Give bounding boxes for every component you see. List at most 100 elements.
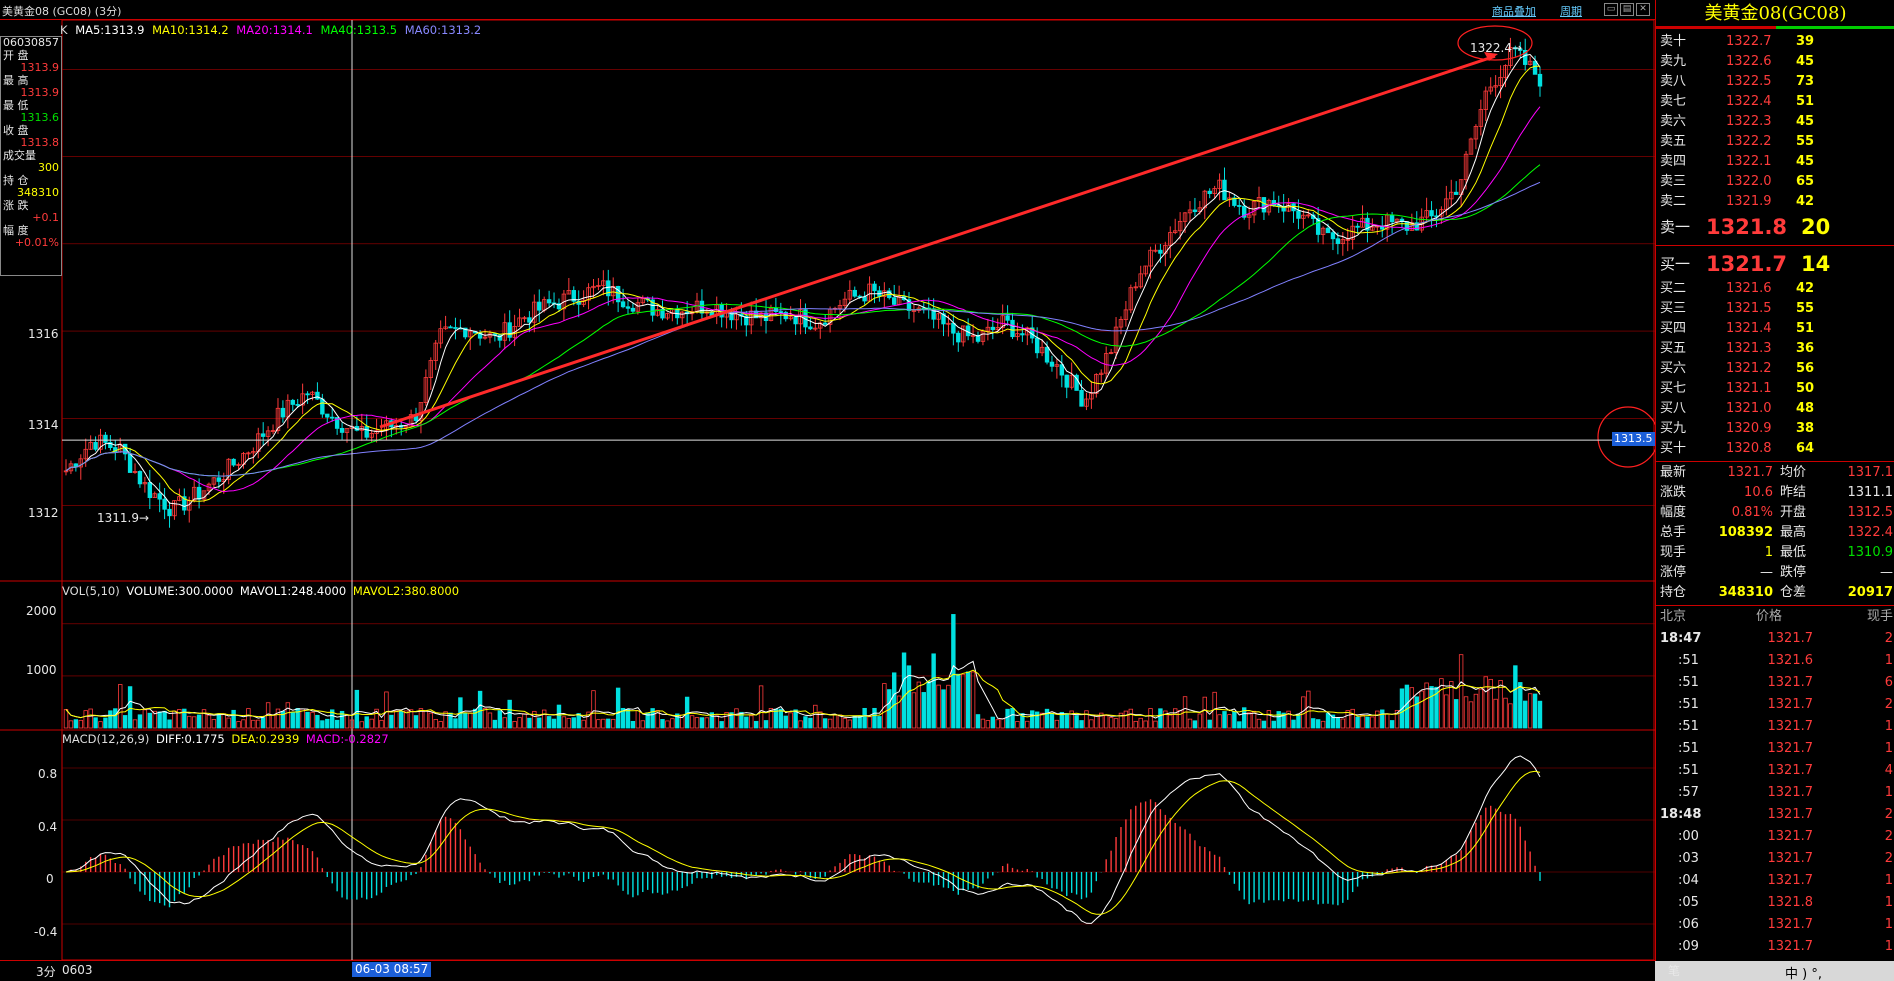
volume-bar (1389, 720, 1395, 729)
info-date: 06030857 (3, 36, 59, 49)
cycle-link[interactable]: 周期 (1560, 3, 1582, 19)
volume-bar (1419, 690, 1424, 729)
ask-label: 卖四 (1660, 154, 1687, 169)
volume-bar (344, 714, 350, 729)
tick-row: :04 1321.7 1 (1656, 870, 1894, 892)
bid-row[interactable]: 买七 1321.1 50 (1656, 379, 1894, 399)
volume-bar (1320, 720, 1326, 729)
ask-row[interactable]: 卖三 1322.0 65 (1656, 172, 1894, 192)
overlay-link[interactable]: 商品叠加 (1492, 3, 1536, 19)
bid-label: 买四 (1660, 321, 1687, 336)
close-window-button[interactable]: ✕ (1636, 3, 1650, 16)
date-label: 0603 (62, 963, 93, 977)
ask-row[interactable]: 卖十 1322.7 39 (1656, 32, 1894, 52)
volume-bar (1360, 714, 1365, 729)
ask-qty: 20 (1801, 215, 1831, 239)
tick-price: 1321.7 (1767, 741, 1814, 756)
volume-bar (201, 709, 207, 729)
volume-bar (788, 712, 793, 729)
stat-row: 最新 1321.7 均价 1317.1 (1656, 463, 1894, 483)
bid-row[interactable]: 买四 1321.4 51 (1656, 319, 1894, 339)
volume-bar (1079, 720, 1084, 729)
candle-body (965, 325, 971, 337)
volume-bar (1311, 718, 1316, 729)
ime-indicator[interactable]: 中 ) °, (1785, 963, 1822, 981)
volume-bar (753, 720, 759, 729)
bid-price: 1321.7 (1706, 252, 1788, 276)
volume-bar (206, 714, 212, 729)
tick-time: :06 (1678, 917, 1699, 932)
candle-body (157, 493, 162, 500)
candle-body (527, 317, 532, 323)
chart-canvas[interactable] (0, 20, 1655, 960)
ask-row[interactable]: 卖四 1322.1 45 (1656, 152, 1894, 172)
ask-row[interactable]: 卖一 1321.8 20 (1656, 212, 1894, 242)
volume-bar (537, 717, 542, 729)
window-title: 美黄金08 (GC08) (3分) (2, 5, 122, 18)
bid-qty: 51 (1796, 321, 1815, 336)
candle-body (339, 427, 345, 433)
volume-bar (1429, 686, 1434, 729)
bid-row[interactable]: 买五 1321.3 36 (1656, 339, 1894, 359)
candle-body (793, 316, 798, 325)
bid-row[interactable]: 买十 1320.8 64 (1656, 439, 1894, 459)
time-axis-bar: 3分 0603 06-03 08:57 (0, 960, 1655, 981)
tick-row: :51 1321.7 4 (1656, 760, 1894, 782)
volume-bar (1453, 699, 1459, 729)
ask-row[interactable]: 卖二 1321.9 42 (1656, 192, 1894, 212)
tab-ticks[interactable]: 笔 (1668, 962, 1680, 979)
ask-row[interactable]: 卖七 1322.4 51 (1656, 92, 1894, 112)
restore-window-button[interactable]: ▭ (1604, 3, 1618, 16)
bid-row[interactable]: 买二 1321.6 42 (1656, 279, 1894, 299)
volume-bar (216, 713, 222, 729)
volume-bar (1523, 700, 1528, 729)
volume-bar (68, 720, 74, 729)
macd-axis-label: 0 (46, 872, 54, 886)
candle-body (1222, 179, 1227, 201)
candle-body (315, 391, 320, 400)
candle-body (1034, 337, 1040, 354)
stat-value: 20917 (1847, 585, 1893, 600)
volume-bar (384, 691, 389, 729)
volume-bar (1513, 665, 1518, 729)
bid-row[interactable]: 买三 1321.5 55 (1656, 299, 1894, 319)
ask-label: 卖五 (1660, 134, 1687, 149)
volume-bar (970, 671, 976, 729)
volume-bar (1192, 720, 1198, 729)
volume-bar (1168, 714, 1173, 729)
volume-bar (1315, 719, 1321, 729)
ask-row[interactable]: 卖五 1322.2 55 (1656, 132, 1894, 152)
ask-row[interactable]: 卖九 1322.6 45 (1656, 52, 1894, 72)
candle-body (364, 426, 369, 438)
volume-bar (93, 717, 98, 729)
volume-bar (1217, 714, 1222, 729)
volume-bar (443, 711, 448, 729)
ask-row[interactable]: 卖六 1322.3 45 (1656, 112, 1894, 132)
bid-label: 买一 (1660, 255, 1691, 273)
volume-bar (1064, 713, 1069, 729)
candle-body (625, 306, 631, 309)
volume-bar (127, 686, 133, 729)
bid-row[interactable]: 买一 1321.7 14 (1656, 249, 1894, 279)
volume-bar (827, 718, 833, 729)
bid-row[interactable]: 买六 1321.2 56 (1656, 359, 1894, 379)
candle-body (1261, 197, 1267, 213)
ask-row[interactable]: 卖八 1322.5 73 (1656, 72, 1894, 92)
tick-qty: 1 (1884, 939, 1893, 954)
bid-price: 1321.0 (1726, 401, 1772, 416)
bid-row[interactable]: 买八 1321.0 48 (1656, 399, 1894, 419)
stat-value: 1321.7 (1727, 465, 1774, 480)
volume-bar (1468, 701, 1474, 729)
ticks-header-qty: 现手 (1866, 609, 1893, 624)
layout-window-button[interactable]: ▤ (1620, 3, 1634, 16)
volume-bar (965, 671, 971, 729)
volume-bar (1153, 720, 1158, 729)
volume-bar (1340, 718, 1346, 729)
bid-row[interactable]: 买九 1320.9 38 (1656, 419, 1894, 439)
volume-bar (364, 716, 369, 729)
macd-axis-label: -0.4 (34, 925, 58, 939)
volume-bar (1158, 708, 1163, 729)
volume-bar (798, 720, 803, 729)
tick-qty: 6 (1884, 675, 1893, 690)
volume-bar (221, 713, 226, 729)
